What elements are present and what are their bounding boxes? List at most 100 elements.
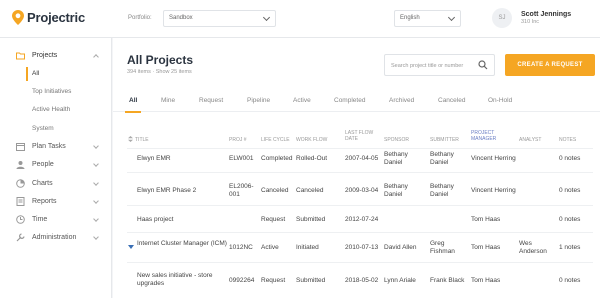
chevron-down-icon [93, 216, 99, 222]
create-request-button[interactable]: CREATE A REQUEST [505, 54, 595, 76]
cell-title[interactable]: Elwyn EMR [137, 155, 171, 163]
cell-analyst: Wes Anderson [519, 240, 547, 255]
cell-sponsor: David Allen [384, 244, 417, 251]
chevron-down-icon [93, 143, 99, 149]
col-header-sponsor[interactable]: SPONSOR [384, 137, 409, 143]
cell-sponsor: Bethany Daniel [384, 183, 408, 198]
cell-workflow: Submitted [296, 216, 326, 223]
sidebar-sub-active-health[interactable]: Active Health [26, 103, 112, 117]
tab-archived[interactable]: Archived [389, 97, 414, 104]
tab-active[interactable]: Active [293, 97, 311, 104]
cell-notes[interactable]: 0 notes [559, 187, 580, 195]
cell-date: 2010-07-13 [345, 244, 379, 251]
sidebar-item-projects[interactable]: Projects [0, 48, 112, 64]
clock-icon [16, 215, 25, 224]
tab-completed[interactable]: Completed [334, 97, 365, 104]
cell-notes[interactable]: 0 notes [559, 216, 580, 224]
cell-lifecycle: Request [261, 216, 286, 223]
row-divider [127, 172, 593, 173]
cell-submitter: Bethany Daniel [430, 183, 454, 198]
col-header-lifecycle[interactable]: LIFE CYCLE [261, 137, 290, 143]
row-divider [127, 232, 593, 233]
col-header-submitter[interactable]: SUBMITTER [430, 137, 459, 143]
sidebar-item-administration[interactable]: Administration [0, 230, 112, 246]
language-select[interactable]: English [394, 10, 461, 27]
tab-all[interactable]: All [124, 97, 142, 113]
cell-pm: Tom Haas [471, 277, 501, 284]
cell-submitter: Bethany Daniel [430, 151, 454, 166]
tab-canceled[interactable]: Canceled [438, 97, 465, 104]
cell-date: 2009-03-04 [345, 187, 379, 194]
main-content: All Projects 394 items · Show 25 items C… [113, 38, 600, 298]
cell-pm: Vincent Herring [471, 155, 516, 162]
sidebar-sub-top-initiatives[interactable]: Top Initiatives [26, 85, 112, 99]
sort-icon[interactable] [128, 136, 133, 142]
col-header-workflow[interactable]: WORK FLOW [296, 137, 327, 143]
cell-title[interactable]: New sales initiative - store upgrades [137, 272, 227, 288]
cell-submitter: Greg Fishman [430, 240, 455, 255]
pie-chart-icon [16, 179, 25, 188]
col-header-notes[interactable]: NOTES [559, 137, 576, 143]
sidebar-sub-all[interactable]: All [26, 67, 112, 81]
expand-caret-icon[interactable] [128, 245, 134, 249]
sidebar-item-label: Charts [32, 180, 53, 187]
cell-pm: Tom Haas [471, 244, 501, 251]
app-name: Projectric [27, 10, 85, 25]
search-box[interactable] [384, 54, 495, 76]
cell-title[interactable]: Elwyn EMR Phase 2 [137, 187, 196, 195]
sidebar-item-plan-tasks[interactable]: Plan Tasks [0, 139, 112, 155]
cell-notes[interactable]: 0 notes [559, 277, 580, 285]
sidebar-sub-label: All [32, 70, 40, 77]
top-bar: Projectric Portfolio: Sandbox English SJ… [0, 0, 600, 38]
cell-proj: ELW001 [229, 155, 254, 162]
tab-request[interactable]: Request [199, 97, 223, 104]
chevron-down-icon [262, 13, 271, 22]
search-input[interactable] [391, 60, 471, 71]
folder-icon [16, 52, 25, 60]
sidebar-item-label: Administration [32, 234, 77, 241]
cell-proj: 1012NC [229, 244, 253, 251]
tab-mine[interactable]: Mine [161, 97, 175, 104]
user-name: Scott Jennings [521, 11, 572, 18]
language-value: English [400, 15, 420, 21]
cell-lifecycle: Canceled [261, 187, 289, 194]
cell-lifecycle: Request [261, 277, 286, 284]
page-subtitle: 394 items · Show 25 items [127, 69, 192, 75]
user-org: 310 Inc [521, 19, 540, 25]
search-icon[interactable] [478, 60, 488, 70]
cell-notes[interactable]: 1 notes [559, 244, 580, 252]
sidebar-item-label: People [32, 161, 54, 168]
app-logo[interactable]: Projectric [12, 10, 85, 25]
user-menu[interactable]: SJ Scott Jennings 310 Inc [492, 8, 571, 28]
cell-sponsor: Lynn Ariale [384, 277, 416, 284]
chevron-down-icon [93, 180, 99, 186]
report-icon [16, 197, 25, 206]
sidebar-item-people[interactable]: People [0, 157, 112, 173]
cell-workflow: Submitted [296, 277, 326, 284]
col-header-title[interactable]: TITLE [135, 137, 149, 143]
col-header-proj[interactable]: PROJ # [229, 137, 247, 143]
cell-workflow: Initiated [296, 244, 319, 251]
portfolio-select[interactable]: Sandbox [163, 10, 276, 27]
sidebar-sub-system[interactable]: System [26, 122, 112, 136]
cell-title[interactable]: Haas project [137, 216, 174, 224]
sidebar-item-charts[interactable]: Charts [0, 176, 112, 192]
tab-pipeline[interactable]: Pipeline [247, 97, 270, 104]
sidebar-item-time[interactable]: Time [0, 212, 112, 228]
chevron-up-icon [93, 54, 99, 60]
col-header-project-manager[interactable]: PROJECT MANAGER [471, 130, 507, 142]
header-divider [127, 148, 593, 149]
col-header-last-flow-date[interactable]: LAST FLOW DATE [345, 130, 375, 142]
cell-date: 2018-05-02 [345, 277, 379, 284]
col-header-analyst[interactable]: ANALYST [519, 137, 541, 143]
chevron-down-icon [93, 234, 99, 240]
tab-on-hold[interactable]: On-Hold [488, 97, 512, 104]
sidebar-item-reports[interactable]: Reports [0, 194, 112, 210]
row-divider [127, 205, 593, 206]
cell-notes[interactable]: 0 notes [559, 155, 580, 163]
cell-submitter: Frank Black [430, 277, 465, 284]
cell-title[interactable]: Internet Cluster Manager (ICM) [137, 240, 227, 248]
cell-proj: EL2006-001 [229, 183, 254, 198]
people-icon [16, 161, 25, 169]
cell-lifecycle: Completed [261, 155, 293, 162]
